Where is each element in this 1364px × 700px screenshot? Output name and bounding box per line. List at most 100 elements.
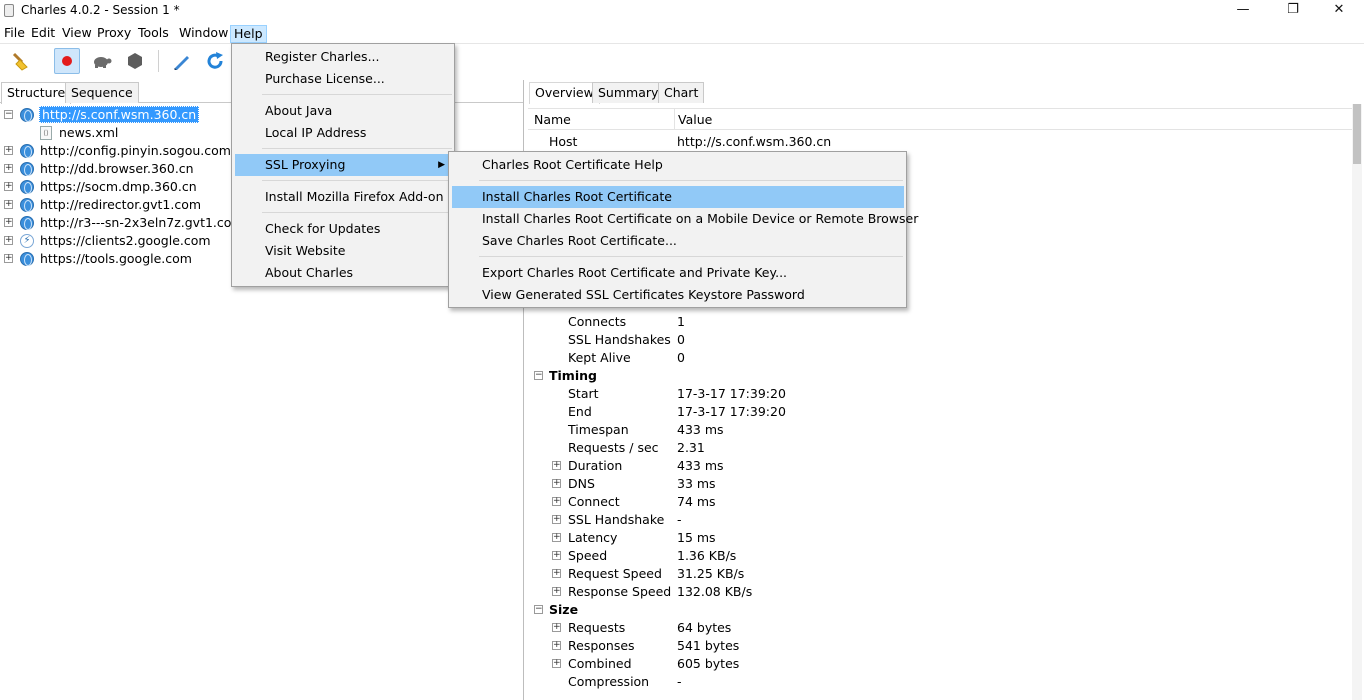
breakpoints-hexagon-icon[interactable] <box>122 48 148 74</box>
property-row[interactable]: Requests / sec 2.31 <box>527 439 1347 457</box>
property-row[interactable]: + DNS 33 ms <box>527 475 1347 493</box>
menu-item-install-mobile[interactable]: Install Charles Root Certificate on a Mo… <box>452 208 918 230</box>
property-section[interactable]: − Size <box>527 601 1347 619</box>
menu-item-keystore-password[interactable]: View Generated SSL Certificates Keystore… <box>452 284 805 306</box>
minimize-button[interactable]: — <box>1220 0 1266 22</box>
expand-icon[interactable]: + <box>552 461 561 470</box>
menu-item-firefox-addon[interactable]: Install Mozilla Firefox Add-on <box>235 186 444 208</box>
expand-icon[interactable]: + <box>552 641 561 650</box>
property-row[interactable]: + Requests 64 bytes <box>527 619 1347 637</box>
property-section[interactable]: − Timing <box>527 367 1347 385</box>
expand-icon[interactable]: + <box>4 146 13 155</box>
property-row[interactable]: + Duration 433 ms <box>527 457 1347 475</box>
tree-host-label[interactable]: http://config.pinyin.sogou.com <box>40 142 231 160</box>
throttle-turtle-icon[interactable] <box>88 48 114 74</box>
expand-icon[interactable]: + <box>552 659 561 668</box>
property-row-host[interactable]: Host http://s.conf.wsm.360.cn <box>527 133 1347 151</box>
menu-item-install-root-cert[interactable]: Install Charles Root Certificate <box>452 186 904 208</box>
property-row[interactable]: + Combined 605 bytes <box>527 655 1347 673</box>
menu-help[interactable]: Help <box>230 25 267 43</box>
repeat-refresh-icon[interactable] <box>202 48 228 74</box>
tree-file-label[interactable]: news.xml <box>59 124 118 142</box>
close-button[interactable]: ✕ <box>1316 0 1362 22</box>
scrollbar-thumb[interactable] <box>1353 104 1361 164</box>
expand-icon[interactable]: + <box>552 569 561 578</box>
property-row[interactable]: Timespan 433 ms <box>527 421 1347 439</box>
expand-icon[interactable]: + <box>552 515 561 524</box>
collapse-icon[interactable]: − <box>534 371 543 380</box>
tab-structure[interactable]: Structure <box>1 82 72 104</box>
property-row[interactable]: Kept Alive 0 <box>527 349 1347 367</box>
property-row[interactable]: End 17-3-17 17:39:20 <box>527 403 1347 421</box>
help-menu: Register Charles... Purchase License... … <box>231 43 455 287</box>
expand-icon[interactable]: + <box>4 182 13 191</box>
menu-edit[interactable]: Edit <box>28 25 58 43</box>
property-value: - <box>677 674 682 689</box>
menu-tools[interactable]: Tools <box>135 25 172 43</box>
broom-icon[interactable] <box>6 48 32 74</box>
menu-item-purchase[interactable]: Purchase License... <box>235 68 385 90</box>
expand-icon[interactable]: + <box>552 497 561 506</box>
property-row[interactable]: Connects 1 <box>527 313 1347 331</box>
tree-host-label[interactable]: http://s.conf.wsm.360.cn <box>39 106 200 123</box>
restore-button[interactable]: ❐ <box>1270 0 1316 22</box>
expand-icon[interactable]: + <box>552 587 561 596</box>
property-row[interactable]: + Request Speed 31.25 KB/s <box>527 565 1347 583</box>
expand-icon[interactable]: + <box>552 533 561 542</box>
compose-pen-icon[interactable] <box>168 48 194 74</box>
property-name: Responses <box>568 638 635 653</box>
menu-item-visit-website[interactable]: Visit Website <box>235 240 345 262</box>
tree-host-label[interactable]: https://clients2.google.com <box>40 232 211 250</box>
vertical-scrollbar[interactable] <box>1352 104 1362 700</box>
property-row[interactable]: + Responses 541 bytes <box>527 637 1347 655</box>
menu-item-save-root-cert[interactable]: Save Charles Root Certificate... <box>452 230 677 252</box>
expand-icon[interactable]: + <box>552 551 561 560</box>
expand-icon[interactable]: + <box>4 236 13 245</box>
menu-item-register[interactable]: Register Charles... <box>235 46 379 68</box>
tree-host-label[interactable]: http://redirector.gvt1.com <box>40 196 201 214</box>
tab-chart[interactable]: Chart <box>658 82 705 103</box>
tree-host-label[interactable]: https://tools.google.com <box>40 250 192 268</box>
menu-file[interactable]: File <box>1 25 28 43</box>
expand-icon[interactable]: + <box>4 200 13 209</box>
menu-item-check-updates[interactable]: Check for Updates <box>235 218 380 240</box>
property-row[interactable]: + Latency 15 ms <box>527 529 1347 547</box>
expand-icon[interactable]: + <box>4 254 13 263</box>
property-value: 33 ms <box>677 476 716 491</box>
property-row[interactable]: + Connect 74 ms <box>527 493 1347 511</box>
tab-sequence[interactable]: Sequence <box>65 82 139 103</box>
collapse-icon[interactable]: − <box>534 605 543 614</box>
tree-host-label[interactable]: http://r3---sn-2x3eln7z.gvt1.com <box>40 214 244 232</box>
property-row[interactable]: + Response Speed 132.08 KB/s <box>527 583 1347 601</box>
menu-view[interactable]: View <box>59 25 95 43</box>
property-value: 2.31 <box>677 440 705 455</box>
menu-item-local-ip[interactable]: Local IP Address <box>235 122 366 144</box>
menu-window[interactable]: Window <box>176 25 231 43</box>
collapse-icon[interactable]: − <box>4 110 13 119</box>
expand-icon[interactable]: + <box>552 479 561 488</box>
property-row[interactable]: Compression - <box>527 673 1347 691</box>
property-row[interactable]: Start 17-3-17 17:39:20 <box>527 385 1347 403</box>
menu-proxy[interactable]: Proxy <box>94 25 134 43</box>
menu-item-root-cert-help[interactable]: Charles Root Certificate Help <box>452 154 663 176</box>
expand-icon[interactable]: + <box>4 218 13 227</box>
column-name-header[interactable]: Name <box>528 109 571 130</box>
property-name: Response Speed <box>568 584 672 599</box>
menu-item-about-java[interactable]: About Java <box>235 100 332 122</box>
tree-host-label[interactable]: https://socm.dmp.360.cn <box>40 178 197 196</box>
expand-icon[interactable]: + <box>552 623 561 632</box>
expand-icon[interactable]: + <box>4 164 13 173</box>
tab-overview[interactable]: Overview <box>529 82 600 104</box>
record-icon[interactable] <box>54 48 80 74</box>
globe-icon <box>20 162 34 176</box>
menu-item-about-charles[interactable]: About Charles <box>235 262 353 284</box>
menu-item-export-cert-key[interactable]: Export Charles Root Certificate and Priv… <box>452 262 787 284</box>
menu-item-ssl-proxying[interactable]: SSL Proxying ▶ <box>235 154 451 176</box>
tab-summary[interactable]: Summary <box>592 82 665 103</box>
tree-host-label[interactable]: http://dd.browser.360.cn <box>40 160 194 178</box>
property-row[interactable]: + Speed 1.36 KB/s <box>527 547 1347 565</box>
property-row[interactable]: + SSL Handshake - <box>527 511 1347 529</box>
property-row[interactable]: SSL Handshakes 0 <box>527 331 1347 349</box>
property-name: SSL Handshakes <box>568 332 671 347</box>
column-value-header[interactable]: Value <box>672 109 712 130</box>
